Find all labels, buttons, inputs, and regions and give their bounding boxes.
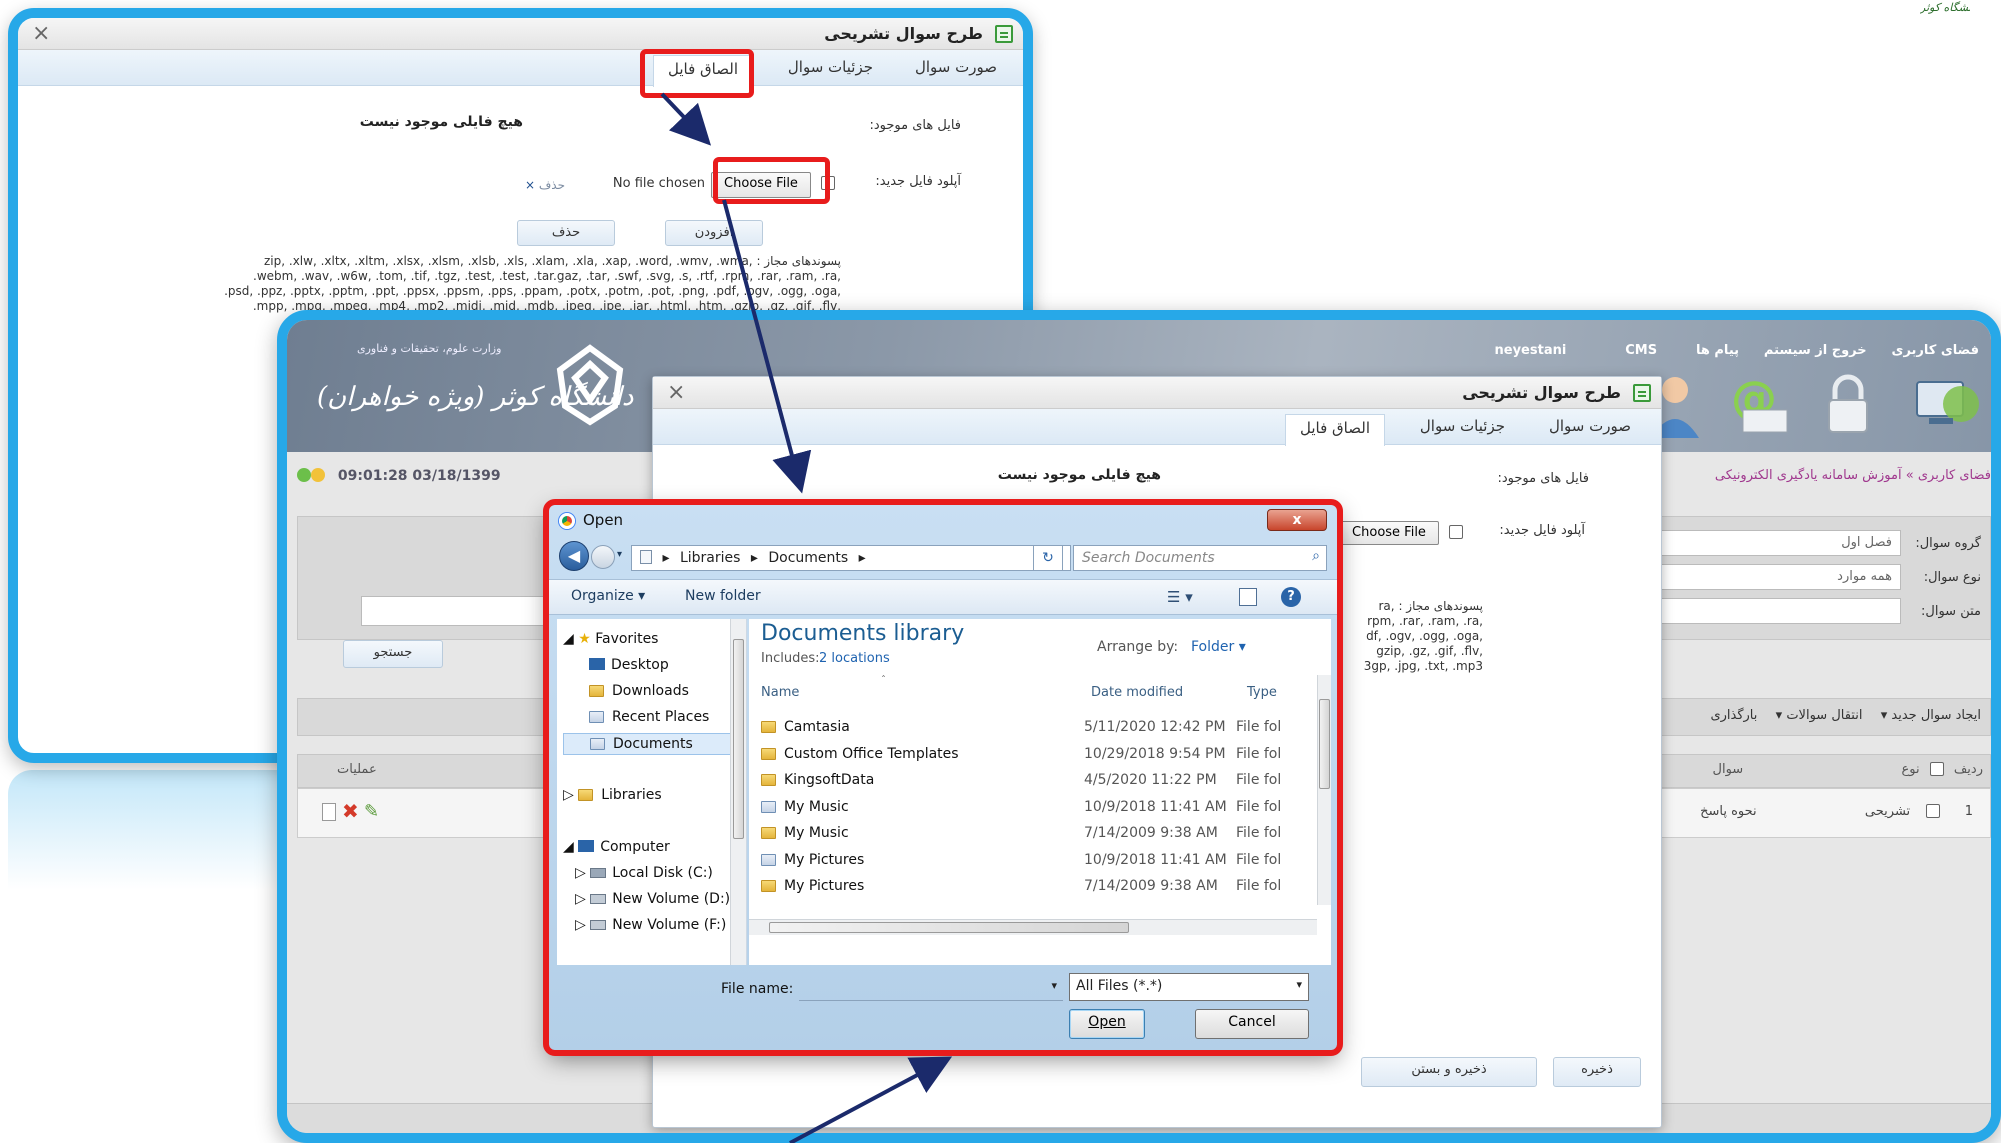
arrow-choose-to-dialog (722, 199, 812, 494)
annotation-arrows (660, 92, 953, 1143)
arrow-to-dialog-bottom (789, 1056, 953, 1143)
arrow-tab-to-choose (660, 92, 712, 146)
